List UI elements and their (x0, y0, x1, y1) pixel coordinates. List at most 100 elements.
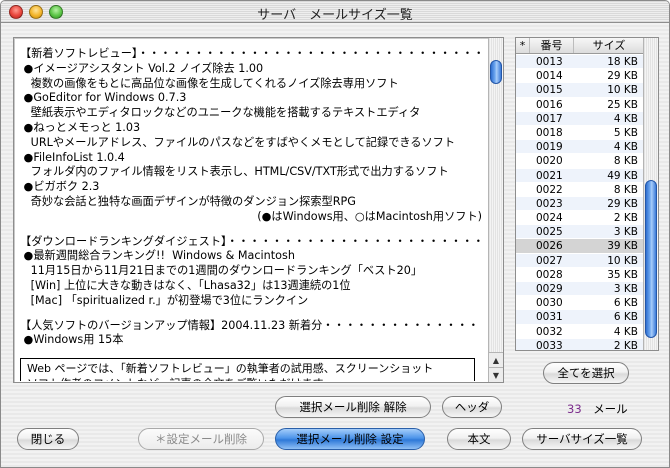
mail-number: 0022 (536, 183, 563, 196)
mail-size: 2 KB (613, 212, 638, 225)
mail-size: 6 KB (613, 311, 638, 324)
body-line: ●FileInfoList 1.0.4 (20, 150, 125, 164)
mail-number: 0028 (536, 268, 563, 281)
table-row[interactable]: 0020 8 KB (516, 154, 644, 169)
select-all-button[interactable]: 全てを選択 (543, 362, 629, 384)
mail-number: 0016 (536, 98, 563, 111)
mail-size: 35 KB (607, 268, 638, 281)
body-line: ●ねっとメモっと 1.03 (20, 120, 141, 134)
body-line: URLやメールアドレス、ファイルのパスなどをすばやくメモとして記録できるソフト (20, 135, 456, 149)
mail-size: 10 KB (607, 84, 638, 97)
scroll-up-arrow-icon[interactable]: ▲ (489, 352, 503, 367)
mail-body-text: 【新着ソフトレビュー】・・・・・・・・・・・・・・・・・・・・・・・・・・・・・… (20, 47, 486, 381)
mail-size: 5 KB (613, 126, 638, 139)
server-size-list-button[interactable]: サーバサイズ一覧 (522, 428, 642, 450)
list-scroll-thumb[interactable] (645, 180, 657, 338)
mail-number: 0018 (536, 126, 563, 139)
table-row[interactable]: 0013 18 KB (516, 55, 644, 70)
mail-size: 8 KB (613, 155, 638, 168)
mail-number: 0031 (536, 311, 563, 324)
header-button[interactable]: ヘッダ (442, 396, 502, 418)
close-button[interactable]: 閉じる (17, 428, 79, 450)
mail-size: 8 KB (613, 183, 638, 196)
note-line: Web ページでは、「新着ソフトレビュー」の執筆者の試用感、スクリーンショット (27, 362, 434, 376)
window-title: サーバ メールサイズ一覧 (257, 8, 413, 23)
column-mark[interactable]: * (516, 38, 530, 53)
table-row[interactable]: 0032 4 KB (516, 325, 644, 339)
mail-number: 0020 (536, 155, 563, 168)
mail-number: 0021 (536, 169, 563, 182)
mail-size: 25 KB (607, 98, 638, 111)
list-header: * 番号 サイズ (516, 38, 644, 54)
list-rows: 0013 18 KB 0014 29 KB 0015 10 KB 0016 25 KB 0017… (516, 55, 644, 350)
table-row[interactable]: 0024 2 KB (516, 211, 644, 226)
table-row[interactable]: 0016 25 KB (516, 98, 644, 112)
mail-size: 29 KB (607, 70, 638, 83)
body-line: フォルダ内のファイル情報をリスト表示し、HTML/CSV/TXT形式で出力するソ… (20, 165, 449, 179)
table-row[interactable]: 0015 10 KB (516, 83, 644, 98)
table-row[interactable]: 0026 39 KB (516, 239, 644, 254)
table-row[interactable]: 0022 8 KB (516, 183, 644, 197)
mail-number: 0015 (536, 84, 563, 97)
list-scrollbar[interactable] (643, 38, 658, 350)
body-scroll-thumb[interactable] (490, 60, 502, 84)
mail-number: 0025 (536, 226, 563, 239)
table-row[interactable]: 0031 6 KB (516, 310, 644, 325)
mail-size: 6 KB (613, 297, 638, 310)
body-scrollbar[interactable]: ▲ ▼ (488, 38, 503, 382)
mail-size-window: サーバ メールサイズ一覧 【新着ソフトレビュー】・・・・・・・・・・・・・・・・… (0, 0, 670, 468)
table-row[interactable]: 0019 4 KB (516, 140, 644, 155)
body-line: 【ダウンロードランキングダイジェスト】・・・・・・・・・・・・・・・・・・・・・… (20, 234, 486, 248)
table-row[interactable]: 0017 4 KB (516, 111, 644, 126)
mail-size: 18 KB (607, 56, 638, 68)
unmark-delete-button[interactable]: 選択メール削除 解除 (275, 396, 431, 418)
mail-count: 33 メール (567, 401, 628, 417)
mail-size: 4 KB (613, 141, 638, 154)
body-line: ●Windows用 15本 (20, 333, 124, 347)
title-bar[interactable]: サーバ メールサイズ一覧 (1, 1, 669, 23)
mail-size: 4 KB (613, 325, 638, 338)
column-number[interactable]: 番号 (530, 38, 574, 53)
mail-number: 0027 (536, 254, 563, 267)
table-row[interactable]: 0027 10 KB (516, 253, 644, 268)
body-line: 11月15日から11月21日までの1週間のダウンロードランキング「ベスト20」 (20, 264, 423, 278)
mail-size-list[interactable]: * 番号 サイズ 0013 18 KB 0014 29 KB 0015 10 KB 0016… (515, 37, 659, 351)
mail-size: 29 KB (607, 197, 638, 210)
table-row[interactable]: 0023 29 KB (516, 196, 644, 212)
web-note-box: Web ページでは、「新着ソフトレビュー」の執筆者の試用感、スクリーンショットソ… (20, 358, 475, 381)
body-line: ●GoEditor for Windows 0.7.3 (20, 91, 187, 105)
table-row[interactable]: 0025 3 KB (516, 225, 644, 240)
column-size[interactable]: サイズ (574, 38, 644, 53)
body-button[interactable]: 本文 (447, 428, 511, 450)
mail-number: 0030 (536, 297, 563, 310)
body-line: 【人気ソフトのバージョンアップ情報】2004.11.23 新着分・・・・・・・・… (20, 318, 479, 332)
mail-body-pane[interactable]: 【新着ソフトレビュー】・・・・・・・・・・・・・・・・・・・・・・・・・・・・・… (13, 37, 504, 383)
body-line: 壁紙表示やエディタロックなどのユニークな機能を搭載するテキストエディタ (20, 106, 421, 120)
body-line: ●最新週間総合ランキング!! Windows & Macintosh (20, 249, 295, 263)
body-line: 複数の画像をもとに高品位な画像を生成してくれるノイズ除去専用ソフト (20, 76, 399, 90)
mark-delete-button[interactable]: 選択メール削除 設定 (275, 428, 425, 450)
table-row[interactable]: 0029 3 KB (516, 282, 644, 297)
mail-number: 0029 (536, 283, 563, 295)
body-line: 奇妙な会話と独特な画面デザインが特徴のダンジョン探索型RPG (20, 194, 356, 208)
table-row[interactable]: 0021 49 KB (516, 168, 644, 183)
mail-number: 0017 (536, 112, 563, 125)
body-line: [Win] 上位に大きな動きはなく、「Lhasa32」は13週連続の1位 (20, 278, 351, 292)
body-line: [Mac] 「spiritualized r.」が初登場で3位にランクイン (20, 293, 309, 307)
mail-number: 0023 (536, 197, 563, 210)
mail-size: 49 KB (607, 169, 638, 182)
table-row[interactable]: 0030 6 KB (516, 296, 644, 311)
mail-number: 0026 (536, 240, 563, 253)
table-row[interactable]: 0033 2 KB (516, 338, 644, 350)
table-row[interactable]: 0018 5 KB (516, 126, 644, 141)
body-line: ●ビガボク 2.3 (20, 180, 100, 194)
table-row[interactable]: 0014 29 KB (516, 69, 644, 84)
set-mail-delete-button[interactable]: ＊設定メール削除 (138, 428, 264, 450)
mail-size: 2 KB (613, 339, 638, 350)
mail-number: 0032 (536, 325, 563, 338)
table-row[interactable]: 0028 35 KB (516, 268, 644, 282)
scroll-down-arrow-icon[interactable]: ▼ (489, 367, 503, 382)
body-line: ●イメージアシスタント Vol.2 ノイズ除去 1.00 (20, 61, 264, 75)
mail-number: 0014 (536, 70, 563, 83)
mail-count-number: 33 (567, 402, 582, 416)
